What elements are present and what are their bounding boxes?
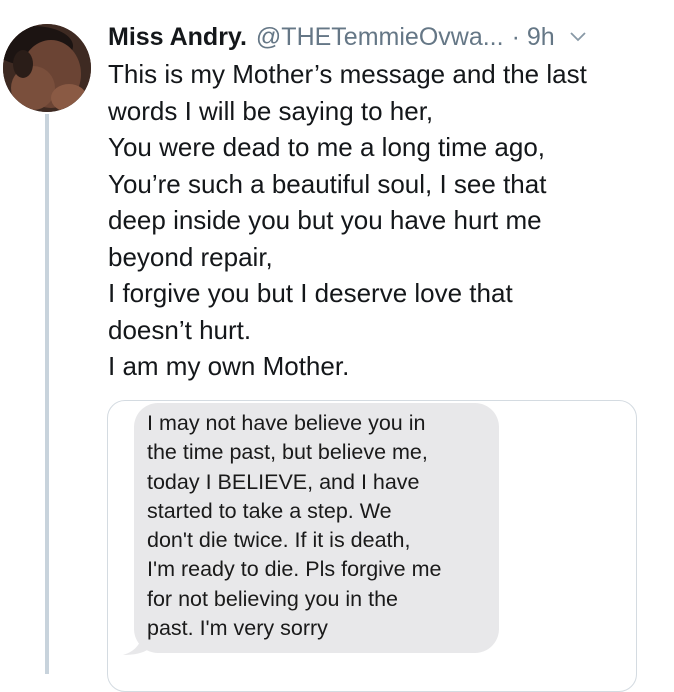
message-text-line: I may not have believe you in: [147, 411, 426, 435]
tweet-text-line: deep inside you but you have hurt me: [108, 205, 542, 235]
tweet-text-line: beyond repair,: [108, 241, 273, 272]
chevron-down-icon[interactable]: [567, 26, 589, 48]
display-name[interactable]: Miss Andry.: [108, 23, 247, 52]
user-handle[interactable]: @THETemmieOvwa...: [256, 23, 504, 52]
thread-line: [45, 114, 49, 674]
message-text-line: the time past, but believe me,: [147, 440, 428, 465]
message-text-line: today I BELIEVE, and I have: [147, 469, 420, 494]
message-text-line: past. I'm very sorry: [147, 616, 328, 641]
tweet-header: Miss Andry. @THETemmieOvwa... · 9h: [108, 20, 589, 54]
tweet-text-line: You’re such a beautiful soul, I see that: [108, 168, 547, 199]
tweet-text-line: words I will be saying to her,: [108, 95, 434, 126]
tweet-text-line: I am my own Mother.: [108, 351, 350, 381]
message-text-line: I'm ready to die. Pls forgive me: [147, 557, 442, 582]
avatar[interactable]: [3, 24, 91, 112]
message-text-line: for not believing you in the: [147, 586, 398, 611]
message-text-line: started to take a step. We: [147, 498, 392, 523]
tweet-text-line: doesn’t hurt.: [108, 314, 252, 345]
message-text: I may not have believe you in the time p…: [147, 409, 497, 643]
message-text-line: don't die twice. If it is death,: [147, 528, 411, 553]
tweet-text-line: You were dead to me a long time ago,: [108, 132, 545, 162]
timestamp[interactable]: · 9h: [512, 23, 555, 52]
tweet-text-line: This is my Mother’s message and the last: [108, 59, 587, 89]
tweet-text: This is my Mother’s message and the last…: [108, 56, 668, 385]
tweet-text-line: I forgive you but I deserve love that: [108, 278, 513, 308]
tweet-media-image[interactable]: I may not have believe you in the time p…: [107, 400, 637, 692]
